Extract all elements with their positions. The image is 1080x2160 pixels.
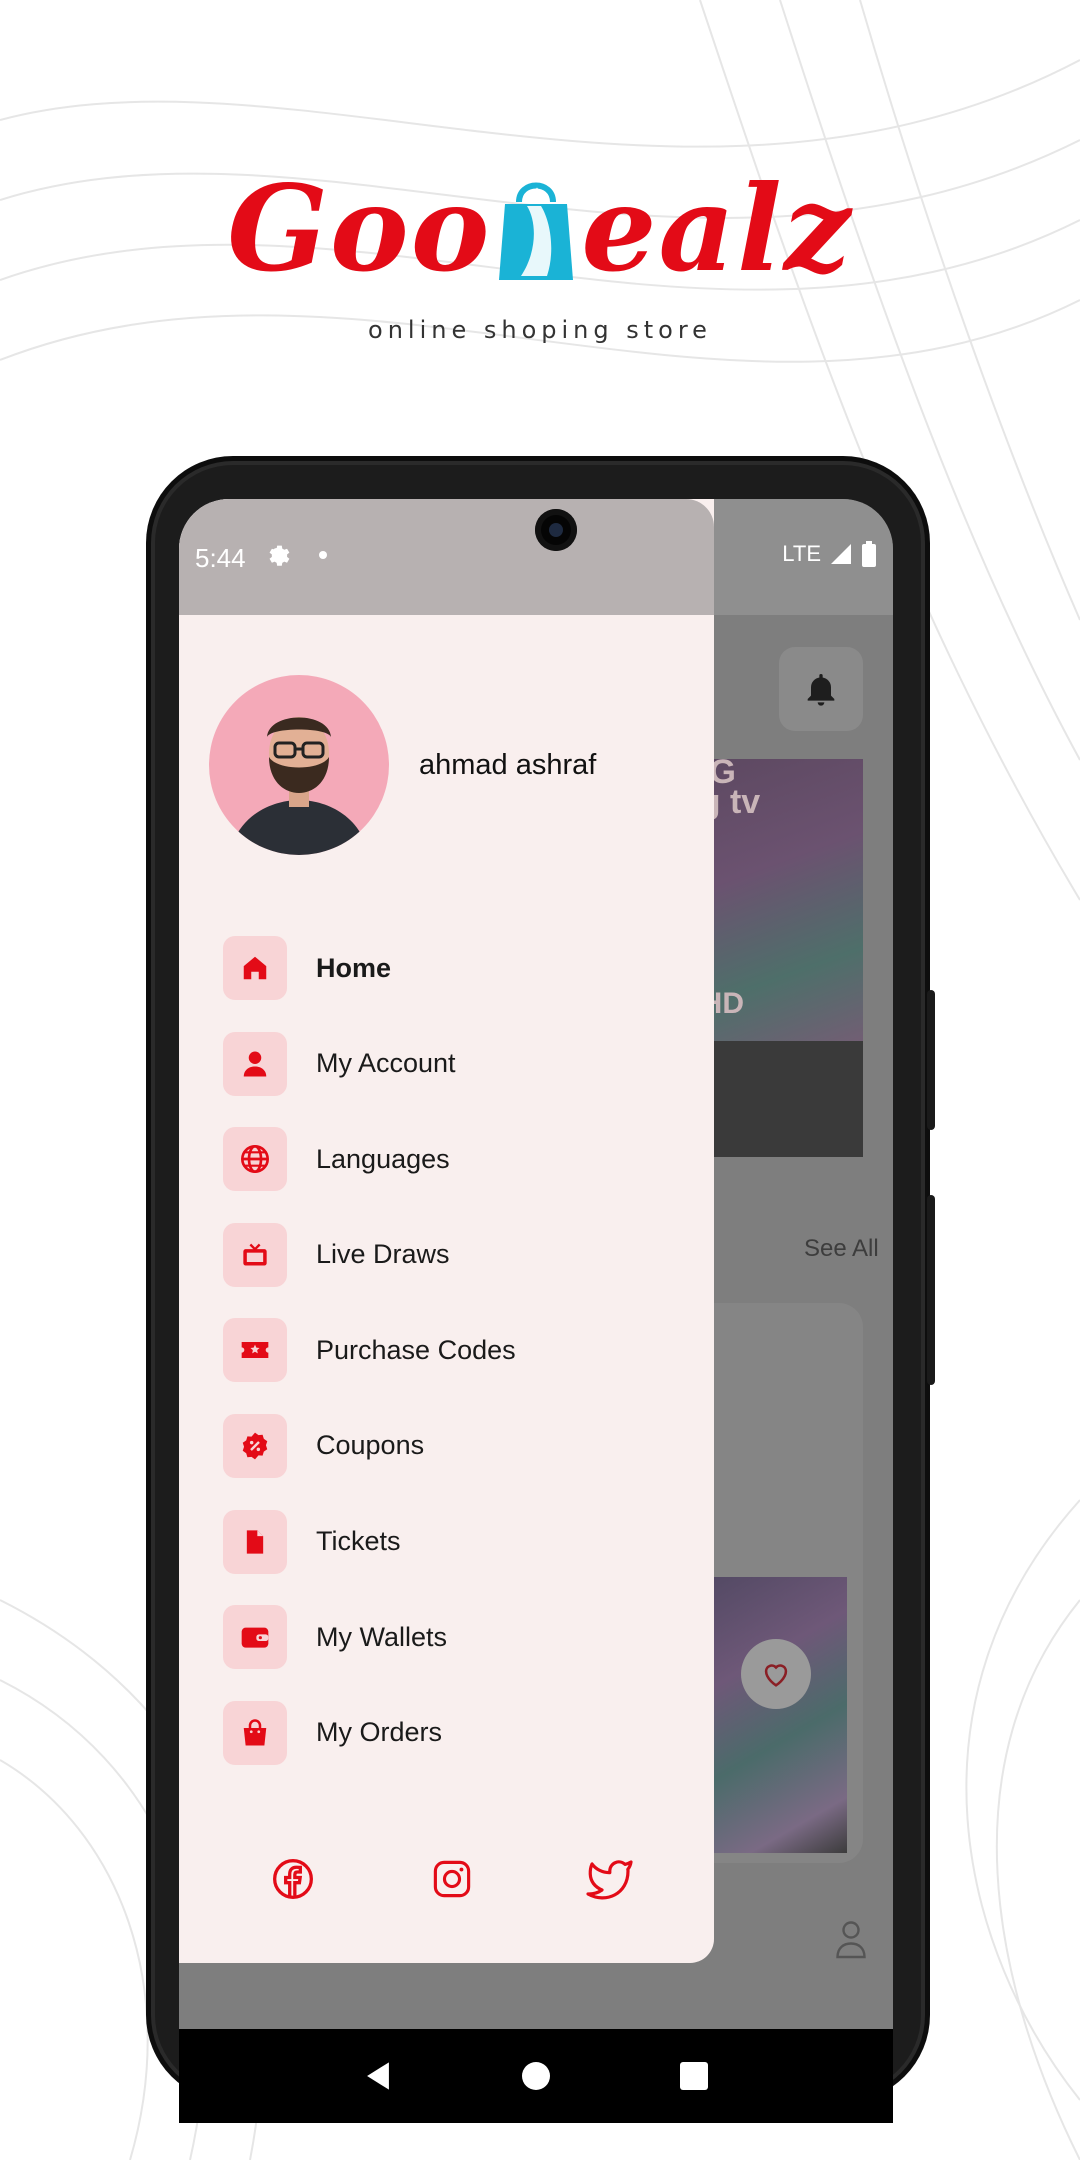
shopping-bag-icon (243, 1719, 267, 1746)
bell-icon (807, 674, 835, 706)
brand-tagline: online shoping store (368, 316, 712, 344)
menu-item-my-wallets[interactable]: My Wallets (223, 1604, 683, 1670)
home-icon (243, 956, 267, 980)
discount-badge-icon (242, 1432, 268, 1460)
menu-label-my-account: My Account (316, 1048, 456, 1079)
home-circle-icon[interactable] (522, 2062, 550, 2090)
menu-item-tickets[interactable]: Tickets (223, 1509, 683, 1575)
social-links (179, 1851, 714, 1907)
menu-icon-box (223, 1413, 287, 1478)
avatar-image (209, 675, 389, 855)
person-icon (243, 1051, 267, 1077)
dot-icon (319, 551, 327, 559)
menu-icon-box (223, 1318, 287, 1383)
menu-item-purchase-codes[interactable]: Purchase Codes (223, 1317, 683, 1383)
promo-page: Goo ealz online shoping store ng tv See … (0, 0, 1080, 2160)
status-icons-right: LTE (782, 541, 877, 567)
person-outline-icon (836, 1921, 866, 1959)
phone-frame: NG ng tv UHD See All 5:44 (155, 465, 935, 2123)
instagram-icon (433, 1860, 471, 1898)
document-icon (246, 1529, 264, 1554)
menu-label-my-wallets: My Wallets (316, 1621, 448, 1652)
ticket-icon (241, 1342, 269, 1359)
brand-wordmark: Goo ealz (227, 170, 853, 288)
battery-icon (862, 541, 876, 567)
menu-label-home: Home (316, 952, 392, 983)
facebook-icon (273, 1859, 313, 1899)
menu-icon-box (223, 1509, 287, 1574)
back-icon[interactable] (364, 2061, 392, 2091)
brand-logo: Goo ealz online shoping store (0, 170, 1080, 345)
heart-icon (764, 1664, 788, 1687)
menu-item-my-account[interactable]: My Account (223, 1031, 683, 1097)
drawer-menu: Home My Account Languages Live Draws Pur… (223, 935, 683, 1795)
volume-button (927, 990, 935, 1130)
network-type: LTE (782, 541, 821, 566)
menu-label-my-orders: My Orders (316, 1717, 443, 1748)
bottom-nav-profile[interactable] (833, 1917, 869, 1966)
menu-icon-box (223, 1700, 287, 1765)
status-time: 5:44 (195, 543, 246, 573)
shopping-bag-logo-icon (499, 182, 574, 280)
brand-name-part1: Goo (227, 159, 492, 298)
wallet-icon (241, 1627, 269, 1648)
see-all-link[interactable]: See All (804, 1235, 879, 1263)
brand-name-part2: ealz (581, 159, 853, 298)
menu-label-coupons: Coupons (316, 1430, 425, 1461)
avatar[interactable] (209, 675, 389, 855)
facebook-link[interactable] (265, 1851, 321, 1907)
menu-label-tickets: Tickets (316, 1526, 401, 1557)
status-icons-left (265, 541, 327, 569)
front-camera (535, 509, 577, 551)
menu-item-my-orders[interactable]: My Orders (223, 1700, 683, 1766)
user-name: ahmad ashraf (419, 749, 597, 781)
menu-item-home[interactable]: Home (223, 935, 683, 1001)
menu-label-purchase-codes: Purchase Codes (316, 1334, 516, 1365)
menu-label-live-draws: Live Draws (316, 1239, 450, 1270)
tv-icon (243, 1243, 267, 1266)
navigation-drawer: ahmad ashraf Home My Account Languages L… (179, 499, 714, 1963)
recents-icon[interactable] (680, 2062, 708, 2090)
menu-item-coupons[interactable]: Coupons (223, 1413, 683, 1479)
drawer-status-area (179, 499, 714, 615)
menu-item-live-draws[interactable]: Live Draws (223, 1222, 683, 1288)
instagram-link[interactable] (424, 1851, 480, 1907)
menu-icon-box (223, 1127, 287, 1192)
system-navigation-bar (179, 2029, 893, 2123)
power-button (927, 1195, 935, 1385)
globe-icon (241, 1145, 269, 1174)
menu-icon-box (223, 1031, 287, 1096)
phone-screen: NG ng tv UHD See All 5:44 (179, 499, 893, 2029)
twitter-link[interactable] (581, 1851, 637, 1907)
menu-item-languages[interactable]: Languages (223, 1126, 683, 1192)
notification-button[interactable] (779, 647, 863, 731)
favorite-button[interactable] (741, 1639, 811, 1709)
twitter-icon (586, 1860, 633, 1900)
menu-label-languages: Languages (316, 1143, 450, 1174)
gear-icon (269, 545, 290, 566)
menu-icon-box (223, 1222, 287, 1287)
menu-icon-box (223, 1605, 287, 1670)
signal-icon (831, 544, 851, 564)
menu-icon-box (223, 936, 287, 1000)
